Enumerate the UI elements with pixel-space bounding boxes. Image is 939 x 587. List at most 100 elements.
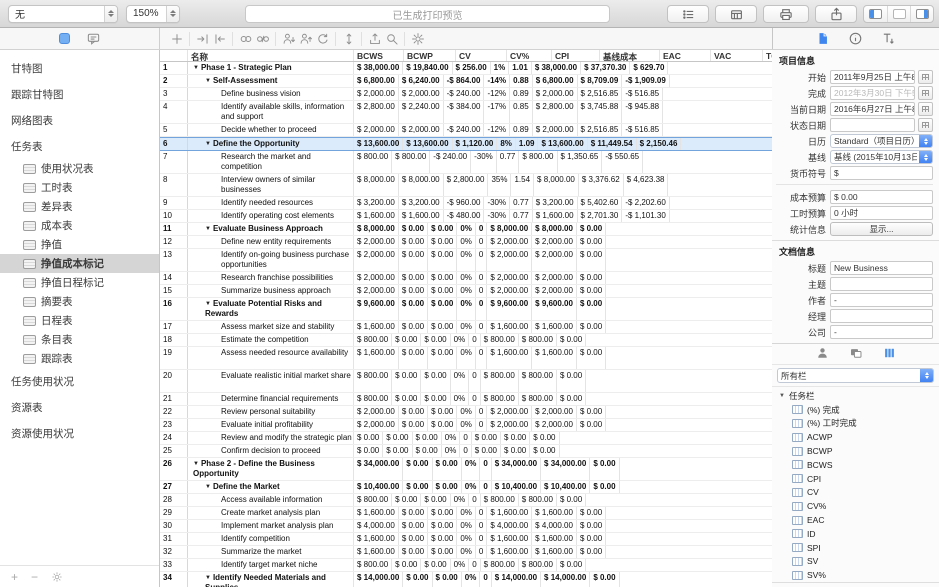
assign-resource-icon[interactable] [280,31,297,47]
text-input[interactable]: $ 0.00 [830,190,933,204]
remove-view-button[interactable]: − [31,570,38,584]
calendar-picker-button[interactable] [918,102,933,116]
format-tab-icon[interactable] [881,31,896,46]
column-tree-item[interactable]: CV [779,486,939,500]
column-header[interactable]: 名称 [188,50,354,61]
outdent-task-icon[interactable] [211,31,228,47]
date-input[interactable]: 2011年9月25日 上午8:00 [830,70,915,84]
task-row[interactable]: 29Create market analysis plan$ 1,600.00$… [160,507,772,520]
task-row[interactable]: 32Summarize the market$ 1,600.00$ 0.00$ … [160,546,772,559]
task-row[interactable]: 25Confirm decision to proceed$ 0.00$ 0.0… [160,445,772,458]
date-input[interactable] [830,118,915,132]
task-row[interactable]: 27▼Define the Market$ 10,400.00$ 0.00$ 0… [160,481,772,494]
column-tree-item[interactable]: (%) 工时完成 [779,417,939,431]
sidebar-item[interactable]: 差异表 [0,197,159,216]
column-tree-item[interactable]: BCWP [779,444,939,458]
text-input[interactable] [830,309,933,323]
sidebar-item[interactable]: 挣值日程标记 [0,273,159,292]
column-tree-item[interactable]: ACWP [779,430,939,444]
task-row[interactable]: 1▼Phase 1 - Strategic Plan$ 38,000.00$ 1… [160,62,772,75]
sidebar-item[interactable]: 条目表 [0,330,159,349]
sidebar-item[interactable]: 资源表 [0,394,159,420]
sidebar-item[interactable]: 挣值成本标记 [0,254,159,273]
sidebar-item[interactable]: 任务表 [0,133,159,159]
export-icon[interactable] [366,31,383,47]
task-row[interactable]: 12Define new entity requirements$ 2,000.… [160,236,772,249]
column-header[interactable]: CV [456,50,507,61]
column-tree-item[interactable]: CV% [779,499,939,513]
collapse-caret-icon[interactable]: ▼ [205,573,211,583]
search-icon[interactable] [383,31,400,47]
text-input[interactable] [830,277,933,291]
column-header[interactable]: VAC [711,50,763,61]
task-row[interactable]: 22Review personal suitability$ 2,000.00$… [160,406,772,419]
task-row[interactable]: 10Identify operating cost elements$ 1,60… [160,210,772,223]
collapse-caret-icon[interactable]: ▼ [205,139,211,149]
task-row[interactable]: 6▼Define the Opportunity$ 13,600.00$ 13,… [160,137,772,151]
sidebar-item[interactable]: 摘要表 [0,292,159,311]
column-header[interactable]: TCPI [763,50,772,61]
task-row[interactable]: 16▼Evaluate Potential Risks and Rewards$… [160,298,772,321]
attachments-tab[interactable] [849,346,863,362]
task-row[interactable]: 3Define business vision$ 2,000.00$ 2,000… [160,88,772,101]
select-dropdown[interactable]: 基线 (2015年10月13日 下午1:… [830,150,933,164]
zoom-stepper[interactable]: 150% [126,5,180,23]
task-row[interactable]: 5Decide whether to proceed$ 2,000.00$ 2,… [160,124,772,137]
sidebar-item[interactable]: 使用状况表 [0,159,159,178]
column-tree-item[interactable]: ID [779,527,939,541]
show-statistics-button[interactable]: 显示... [830,222,933,236]
text-input[interactable]: 0 小时 [830,206,933,220]
task-row[interactable]: 2▼Self-Assessment$ 6,800.00$ 6,240.00-$ … [160,75,772,88]
select-dropdown[interactable]: Standard（项目日历） [830,134,933,148]
sidebar-item[interactable]: 成本表 [0,216,159,235]
filter-dropdown[interactable]: 无 [8,5,118,23]
task-row[interactable]: 26▼Phase 2 - Define the Business Opportu… [160,458,772,481]
task-row[interactable]: 28Access available information$ 800.00$ … [160,494,772,507]
text-input[interactable]: - [830,325,933,339]
text-input[interactable]: New Business [830,261,933,275]
task-row[interactable]: 7Research the market and competition$ 80… [160,151,772,174]
collapse-caret-icon[interactable]: ▼ [205,299,211,309]
column-tree-item[interactable]: EAC [779,513,939,527]
task-row[interactable]: 31Identify competition$ 1,600.00$ 0.00$ … [160,533,772,546]
task-row[interactable]: 21Determine financial requirements$ 800.… [160,393,772,406]
gear-icon[interactable] [51,571,63,583]
link-tasks-icon[interactable] [237,31,254,47]
column-tree-item[interactable]: CPI [779,472,939,486]
task-row[interactable]: 24Review and modify the strategic plan$ … [160,432,772,445]
views-toggle-icon[interactable] [59,33,70,44]
toggle-left-panel-button[interactable] [864,6,887,22]
calendar-picker-button[interactable] [918,70,933,84]
update-progress-icon[interactable] [314,31,331,47]
task-row[interactable]: 4Identify available skills, information … [160,101,772,124]
column-header[interactable]: EAC [660,50,711,61]
toggle-right-panel-button[interactable] [910,6,933,22]
comments-icon[interactable] [86,31,101,46]
column-tree-item[interactable]: SPI [779,541,939,555]
collapse-caret-icon[interactable]: ▼ [205,76,211,86]
task-row[interactable]: 33Identify target market niche$ 800.00$ … [160,559,772,572]
add-view-button[interactable]: + [11,570,18,584]
column-filter-dropdown[interactable]: 所有栏 [777,368,934,383]
column-header[interactable]: BCWS [354,50,404,61]
calendar-picker-button[interactable] [918,86,933,100]
column-tree-item[interactable]: BCWS [779,458,939,472]
column-header[interactable]: BCWP [404,50,456,61]
add-task-icon[interactable] [168,31,185,47]
task-row[interactable]: 11▼Evaluate Business Approach$ 8,000.00$… [160,223,772,236]
reorder-tasks-icon[interactable] [340,31,357,47]
indent-task-icon[interactable] [194,31,211,47]
column-header[interactable]: CV% [507,50,552,61]
print-button[interactable] [763,5,809,23]
sidebar-item[interactable]: 工时表 [0,178,159,197]
column-header[interactable]: CPI [552,50,600,61]
task-row[interactable]: 13Identify on-going business purchase op… [160,249,772,272]
column-tree-item[interactable]: SV% [779,568,939,582]
document-tab-icon[interactable] [816,31,830,46]
sidebar-item[interactable]: 跟踪甘特图 [0,81,159,107]
date-input[interactable]: 2016年6月27日 上午8:00 [830,102,915,116]
task-row[interactable]: 14Research franchise possibilities$ 2,00… [160,272,772,285]
column-tree-item[interactable]: (%) 完成 [779,403,939,417]
sidebar-item[interactable]: 任务使用状况 [0,368,159,394]
columns-tab[interactable] [883,346,896,362]
